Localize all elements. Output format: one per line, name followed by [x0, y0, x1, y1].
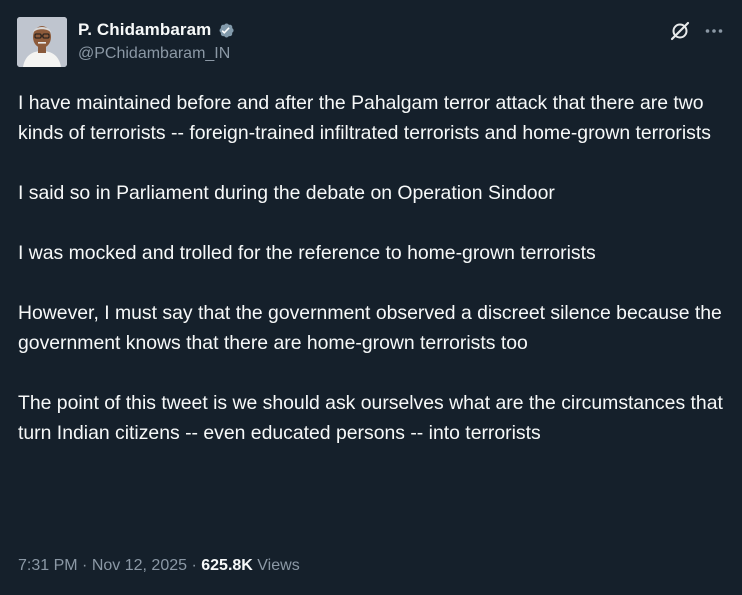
tweet-card: P. Chidambaram @PChidambaram_IN I have m… [0, 0, 742, 595]
tweet-paragraph: However, I must say that the government … [18, 302, 722, 354]
tweet-paragraph: I was mocked and trolled for the referen… [18, 242, 596, 264]
tweet-paragraph: I said so in Parliament during the debat… [18, 182, 555, 204]
views-count: 625.8K [201, 557, 253, 574]
author-display-name[interactable]: P. Chidambaram [78, 20, 211, 40]
verified-badge-icon[interactable] [216, 21, 235, 40]
more-horizontal-icon[interactable] [704, 21, 724, 41]
avatar[interactable] [17, 17, 67, 67]
tweet-time[interactable]: 7:31 PM [18, 557, 78, 574]
meta-separator: · [191, 557, 197, 574]
tweet-paragraph: I have maintained before and after the P… [18, 92, 711, 144]
author-name-row: P. Chidambaram [78, 20, 235, 40]
author-handle[interactable]: @PChidambaram_IN [78, 45, 230, 63]
tweet-paragraph: The point of this tweet is we should ask… [18, 392, 723, 444]
views-label: Views [257, 557, 300, 574]
tweet-text: I have maintained before and after the P… [18, 88, 730, 448]
grok-slash-icon[interactable] [669, 20, 691, 42]
meta-separator: · [82, 557, 88, 574]
tweet-meta: 7:31 PM · Nov 12, 2025 · 625.8K Views [18, 557, 300, 575]
tweet-date[interactable]: Nov 12, 2025 [92, 557, 187, 574]
